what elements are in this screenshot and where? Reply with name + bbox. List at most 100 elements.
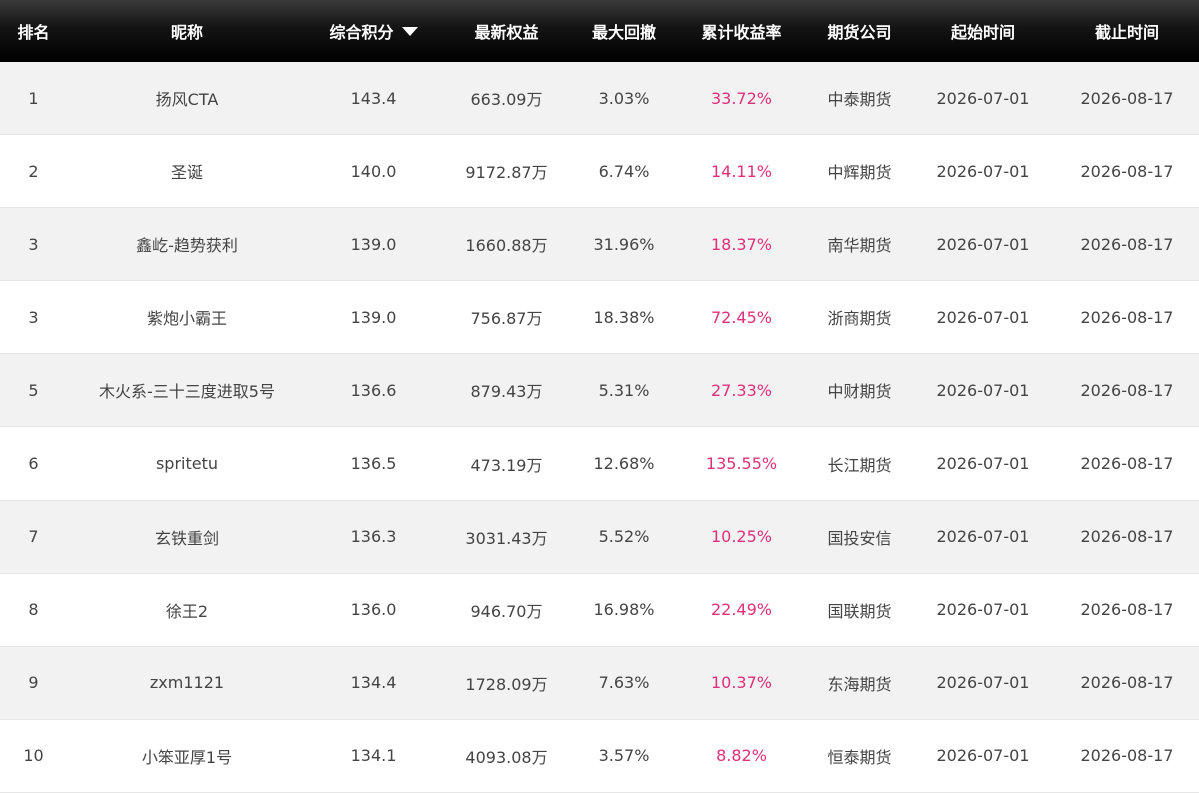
return-cell: 10.25% [710,527,772,547]
end-date-cell: 2026-08-17 [1080,307,1174,327]
end-date-cell: 2026-08-17 [1080,234,1174,254]
broker-cell: 恒泰期货 [827,747,892,767]
rank-cell: 10 [23,746,44,766]
rank-cell: 3 [28,234,39,254]
table-row[interactable]: 9 zxm1121 134.4 1728.09万 7.63% 10.37% 东海期货 2026… [0,646,1199,720]
rank-cell: 1 [28,88,39,108]
drawdown-cell: 7.63% [598,673,650,693]
end-date-cell: 2026-08-17 [1080,88,1174,108]
drawdown-cell: 5.52% [598,527,650,547]
start-date-cell: 2026-07-01 [936,88,1030,108]
end-date-cell: 2026-08-17 [1080,673,1174,693]
end-date-cell: 2026-08-17 [1080,600,1174,620]
nickname-cell: 木火系-三十三度进取5号 [99,382,275,402]
header-broker[interactable]: 期货公司 [808,0,911,62]
score-cell: 134.1 [350,746,397,766]
end-date-cell: 2026-08-17 [1080,527,1174,547]
broker-cell: 国投安信 [827,528,892,548]
header-rank[interactable]: 排名 [0,0,67,62]
nickname-cell: 紫炮小霸王 [146,309,227,329]
drawdown-cell: 3.57% [598,746,650,766]
broker-cell: 长江期货 [827,455,892,475]
rank-cell: 7 [28,527,39,547]
end-date-cell: 2026-08-17 [1080,380,1174,400]
return-cell: 27.33% [710,380,772,400]
start-date-cell: 2026-07-01 [936,307,1030,327]
return-cell: 18.37% [710,234,772,254]
score-cell: 134.4 [350,673,397,693]
rank-cell: 3 [28,307,39,327]
drawdown-cell: 31.96% [593,234,655,254]
nickname-cell: zxm1121 [149,673,225,693]
drawdown-cell: 16.98% [593,600,655,620]
end-date-cell: 2026-08-17 [1080,746,1174,766]
nickname-cell: 玄铁重剑 [154,528,219,548]
rank-cell: 5 [28,380,39,400]
start-date-cell: 2026-07-01 [936,234,1030,254]
nickname-cell: 圣诞 [170,163,203,183]
table-row[interactable]: 2 圣诞 140.0 9172.87万 6.74% 14.11% 中辉期货 2026-07-0… [0,135,1199,209]
rank-cell: 8 [28,600,39,620]
drawdown-cell: 3.03% [598,88,650,108]
header-return[interactable]: 累计收益率 [675,0,808,62]
table-row[interactable]: 8 徐王2 136.0 946.70万 16.98% 22.49% 国联期货 2026-07-… [0,573,1199,647]
nickname-cell: 小笨亚厚1号 [141,747,233,767]
score-cell: 136.6 [350,380,397,400]
rank-cell: 2 [28,161,39,181]
return-cell: 72.45% [710,307,772,327]
header-end[interactable]: 截止时间 [1055,0,1199,62]
header-nickname[interactable]: 昵称 [67,0,307,62]
drawdown-cell: 18.38% [593,307,655,327]
broker-cell: 国联期货 [827,601,892,621]
score-cell: 139.0 [350,307,397,327]
table-header: 排名 昵称 综合积分 最新权益 最大回撤 累计收益率 期货公司 起始时间 截止时… [0,0,1199,62]
ranking-table: 排名 昵称 综合积分 最新权益 最大回撤 累计收益率 期货公司 起始时间 截止时… [0,0,1199,793]
nickname-cell: 扬风CTA [155,90,219,110]
score-cell: 143.4 [350,88,397,108]
drawdown-cell: 12.68% [593,454,655,474]
table-row[interactable]: 10 小笨亚厚1号 134.1 4093.08万 3.57% 8.82% 恒泰期货 2026-… [0,719,1199,793]
score-cell: 136.3 [350,527,397,547]
score-cell: 140.0 [350,161,397,181]
broker-cell: 东海期货 [827,674,892,694]
return-cell: 8.82% [716,746,767,766]
start-date-cell: 2026-07-01 [936,600,1030,620]
table-row[interactable]: 3 鑫屹-趋势获利 139.0 1660.88万 31.96% 18.37% 南华期货 202… [0,208,1199,282]
nickname-cell: spritetu [155,454,219,474]
table-row[interactable]: 1 扬风CTA 143.4 663.09万 3.03% 33.72% 中泰期货 2026-07… [0,62,1199,136]
start-date-cell: 2026-07-01 [936,380,1030,400]
header-score-label: 综合积分 [329,23,394,42]
header-equity[interactable]: 最新权益 [440,0,573,62]
table-row[interactable]: 3 紫炮小霸王 139.0 756.87万 18.38% 72.45% 浙商期货 2026-0… [0,281,1199,355]
header-drawdown[interactable]: 最大回撤 [573,0,675,62]
start-date-cell: 2026-07-01 [936,673,1030,693]
table-row[interactable]: 5 木火系-三十三度进取5号 136.6 879.43万 5.31% 27.33% 中财期货… [0,354,1199,428]
score-cell: 136.0 [350,600,397,620]
equity-cell: 946.70万 [470,601,543,621]
start-date-cell: 2026-07-01 [936,527,1030,547]
drawdown-cell: 6.74% [598,161,650,181]
header-start[interactable]: 起始时间 [911,0,1055,62]
return-cell: 135.55% [705,454,778,474]
broker-cell: 浙商期货 [827,309,892,329]
start-date-cell: 2026-07-01 [936,746,1030,766]
header-score[interactable]: 综合积分 [307,0,440,62]
score-cell: 136.5 [350,454,397,474]
table-row[interactable]: 6 spritetu 136.5 473.19万 12.68% 135.55% 长江期货 20… [0,427,1199,501]
start-date-cell: 2026-07-01 [936,454,1030,474]
return-cell: 22.49% [710,600,772,620]
table-row[interactable]: 7 玄铁重剑 136.3 3031.43万 5.52% 10.25% 国投安信 2026-07… [0,500,1199,574]
equity-cell: 756.87万 [470,309,543,329]
broker-cell: 中财期货 [827,382,892,402]
broker-cell: 中泰期货 [827,90,892,110]
nickname-cell: 徐王2 [165,601,209,621]
equity-cell: 879.43万 [470,382,543,402]
drawdown-cell: 5.31% [598,380,650,400]
rank-cell: 6 [28,454,39,474]
equity-cell: 663.09万 [470,90,543,110]
equity-cell: 1660.88万 [465,236,548,256]
caret-down-icon[interactable] [401,26,418,36]
return-cell: 33.72% [710,88,772,108]
broker-cell: 南华期货 [827,236,892,256]
equity-cell: 3031.43万 [465,528,548,548]
